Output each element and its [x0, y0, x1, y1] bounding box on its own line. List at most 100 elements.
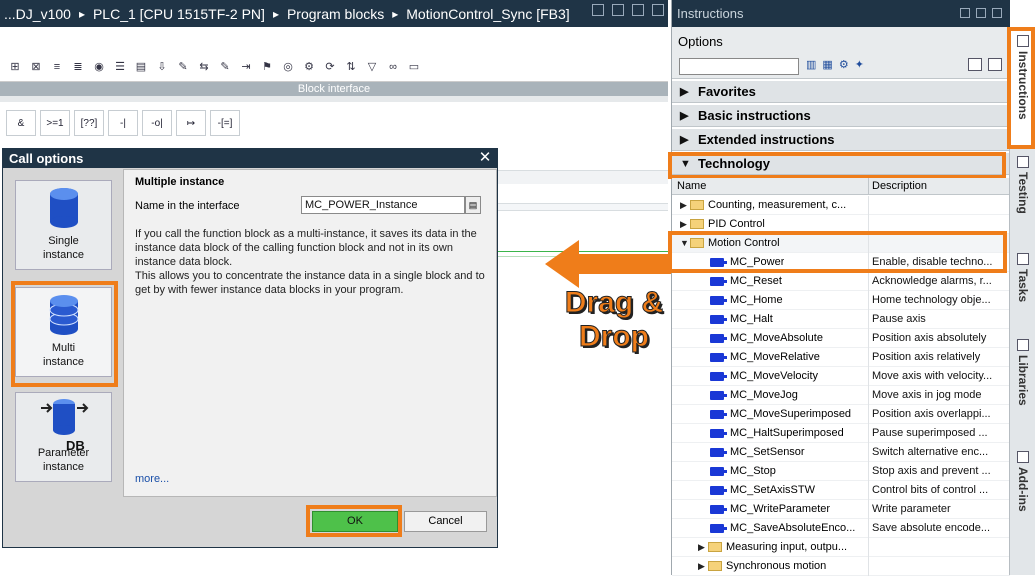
split-icon[interactable] [976, 8, 986, 18]
section-favorites[interactable]: ▶ Favorites [672, 81, 1010, 103]
delete-network-icon[interactable]: ⊠ [27, 58, 45, 76]
tree-item-name: MC_MoveVelocity [710, 367, 818, 386]
function-block-icon [710, 352, 727, 362]
collapse-icon[interactable] [992, 8, 1002, 18]
column-divider [868, 462, 869, 481]
goto-icon[interactable]: ⇥ [237, 58, 255, 76]
browse-icon[interactable]: ▤ [465, 196, 481, 214]
search-input[interactable] [679, 58, 799, 75]
tree-instruction[interactable]: MC_Reset Acknowledge alarms, r... [672, 272, 1010, 291]
download-icon[interactable]: ⇩ [153, 58, 171, 76]
and-box-button[interactable]: & [6, 110, 36, 136]
section-basic-instructions[interactable]: ▶ Basic instructions [672, 105, 1010, 127]
refresh-icon[interactable]: ⟳ [321, 58, 339, 76]
glasses-icon[interactable]: ∞ [384, 58, 402, 76]
cancel-button[interactable]: Cancel [404, 511, 487, 532]
tree-instruction[interactable]: MC_SetSensor Switch alternative enc... [672, 443, 1010, 462]
network-header[interactable] [497, 170, 668, 184]
tree-instruction[interactable]: MC_MoveAbsolute Position axis absolutely [672, 329, 1010, 348]
tree-instruction[interactable]: MC_MoveSuperimposed Position axis overlap… [672, 405, 1010, 424]
close-icon[interactable] [652, 4, 664, 16]
tree-folder[interactable]: ▶ Measuring input, outpu... [672, 538, 1010, 557]
tree-folder[interactable]: ▶ Counting, measurement, c... [672, 196, 1010, 215]
breadcrumb-item-block[interactable]: MotionControl_Sync [FB3] [406, 6, 569, 22]
tab-tasks[interactable]: Tasks [1010, 249, 1035, 302]
version-icon[interactable]: ✦ [855, 58, 864, 71]
tab-testing[interactable]: Testing [1010, 152, 1035, 214]
filter-icon[interactable]: ▽ [363, 58, 381, 76]
breadcrumb-item-plc[interactable]: PLC_1 [CPU 1515TF-2 PN] [93, 6, 265, 22]
float-icon[interactable] [960, 8, 970, 18]
function-block-icon [710, 428, 727, 438]
open-branch-button[interactable]: ↦ [176, 110, 206, 136]
chevron-right-icon[interactable]: ▶ [698, 538, 708, 557]
single-instance-option[interactable]: Single instance [15, 180, 112, 270]
monitor-icon[interactable]: ◉ [90, 58, 108, 76]
column-divider [868, 310, 869, 329]
chevron-right-icon[interactable]: ▶ [680, 196, 690, 215]
maximize-icon[interactable] [632, 4, 644, 16]
selection-highlight [11, 281, 118, 387]
splitter[interactable] [0, 96, 668, 102]
sort-icon[interactable]: ⇅ [342, 58, 360, 76]
column-description-header[interactable]: Description [872, 178, 927, 195]
settings-icon[interactable]: ⚙ [300, 58, 318, 76]
block-interface-bar[interactable]: Block interface [0, 82, 668, 96]
empty-box-button[interactable]: [??] [74, 110, 104, 136]
column-divider[interactable] [868, 178, 869, 195]
append-row-icon[interactable]: ≣ [69, 58, 87, 76]
more-icon[interactable]: ▭ [405, 58, 423, 76]
tab-libraries[interactable]: Libraries [1010, 335, 1035, 406]
watch-icon[interactable]: ◎ [279, 58, 297, 76]
comment-icon[interactable]: ✎ [174, 58, 192, 76]
edit-icon[interactable]: ✎ [216, 58, 234, 76]
breadcrumb-item-program-blocks[interactable]: Program blocks [287, 6, 384, 22]
chevron-right-icon[interactable]: ▶ [698, 557, 708, 576]
columns-icon[interactable]: ▦ [822, 58, 832, 71]
tree-item-name: MC_MoveAbsolute [710, 329, 823, 348]
editor-toolbar: ⊞ ⊠ ≡ ≣ ◉ ☰ ▤ ⇩ ✎ ⇆ ✎ ⇥ ⚑ ◎ ⚙ ⟳ ⇅ ▽ ∞ ▭ [0, 52, 668, 82]
options-icon[interactable]: ⚙ [839, 58, 849, 71]
network-title-row[interactable] [497, 203, 668, 211]
tree-instruction[interactable]: MC_HaltSuperimposed Pause superimposed ..… [672, 424, 1010, 443]
dialog-title[interactable]: Call options [3, 149, 497, 168]
instructions-panel: Instructions Options ▥ ▦ ⚙ ✦ ▶ Favorites … [668, 0, 1010, 576]
options-label[interactable]: Options [678, 34, 723, 49]
tree-item-name: ▶ Measuring input, outpu... [698, 538, 847, 557]
section-extended-instructions[interactable]: ▶ Extended instructions [672, 129, 1010, 151]
drag-arrow-icon [545, 240, 671, 288]
parameter-instance-option[interactable]: DB Parameter instance [15, 392, 112, 482]
sort-columns-icon[interactable]: ▥ [806, 58, 816, 71]
insert-network-icon[interactable]: ⊞ [6, 58, 24, 76]
tree-instruction[interactable]: MC_MoveRelative Position axis relatively [672, 348, 1010, 367]
tree-instruction[interactable]: MC_MoveVelocity Move axis with velocity..… [672, 367, 1010, 386]
single-view-icon[interactable] [968, 58, 982, 71]
instruction-description: Save absolute encode... [872, 522, 991, 534]
assignment-button[interactable]: -[=] [210, 110, 240, 136]
negated-input-button[interactable]: -o| [142, 110, 172, 136]
tree-instruction[interactable]: MC_Stop Stop axis and prevent ... [672, 462, 1010, 481]
tree-instruction[interactable]: MC_SetAxisSTW Control bits of control ... [672, 481, 1010, 500]
more-link[interactable]: more... [135, 473, 169, 485]
split-view-icon[interactable] [988, 58, 1002, 71]
tree-instruction[interactable]: MC_WriteParameter Write parameter [672, 500, 1010, 519]
tree-instruction[interactable]: MC_Halt Pause axis [672, 310, 1010, 329]
tab-add-ins[interactable]: Add-ins [1010, 447, 1035, 512]
column-name-header[interactable]: Name [677, 178, 706, 195]
table-icon[interactable]: ▤ [132, 58, 150, 76]
contact-button[interactable]: -| [108, 110, 138, 136]
tree-folder[interactable]: ▶ Synchronous motion [672, 557, 1010, 576]
or-box-button[interactable]: >=1 [40, 110, 70, 136]
minimize-icon[interactable] [592, 4, 604, 16]
list-icon[interactable]: ☰ [111, 58, 129, 76]
restore-icon[interactable] [612, 4, 624, 16]
compare-icon[interactable]: ⇆ [195, 58, 213, 76]
tree-instruction[interactable]: MC_SaveAbsoluteEnco... Save absolute enco… [672, 519, 1010, 538]
tree-instruction[interactable]: MC_Home Home technology obje... [672, 291, 1010, 310]
instance-name-field[interactable]: MC_POWER_Instance [301, 196, 465, 214]
bookmark-icon[interactable]: ⚑ [258, 58, 276, 76]
close-icon[interactable]: ✕ [477, 150, 493, 166]
tree-instruction[interactable]: MC_MoveJog Move axis in jog mode [672, 386, 1010, 405]
breadcrumb-item-project[interactable]: ...DJ_v100 [4, 6, 71, 22]
insert-row-icon[interactable]: ≡ [48, 58, 66, 76]
